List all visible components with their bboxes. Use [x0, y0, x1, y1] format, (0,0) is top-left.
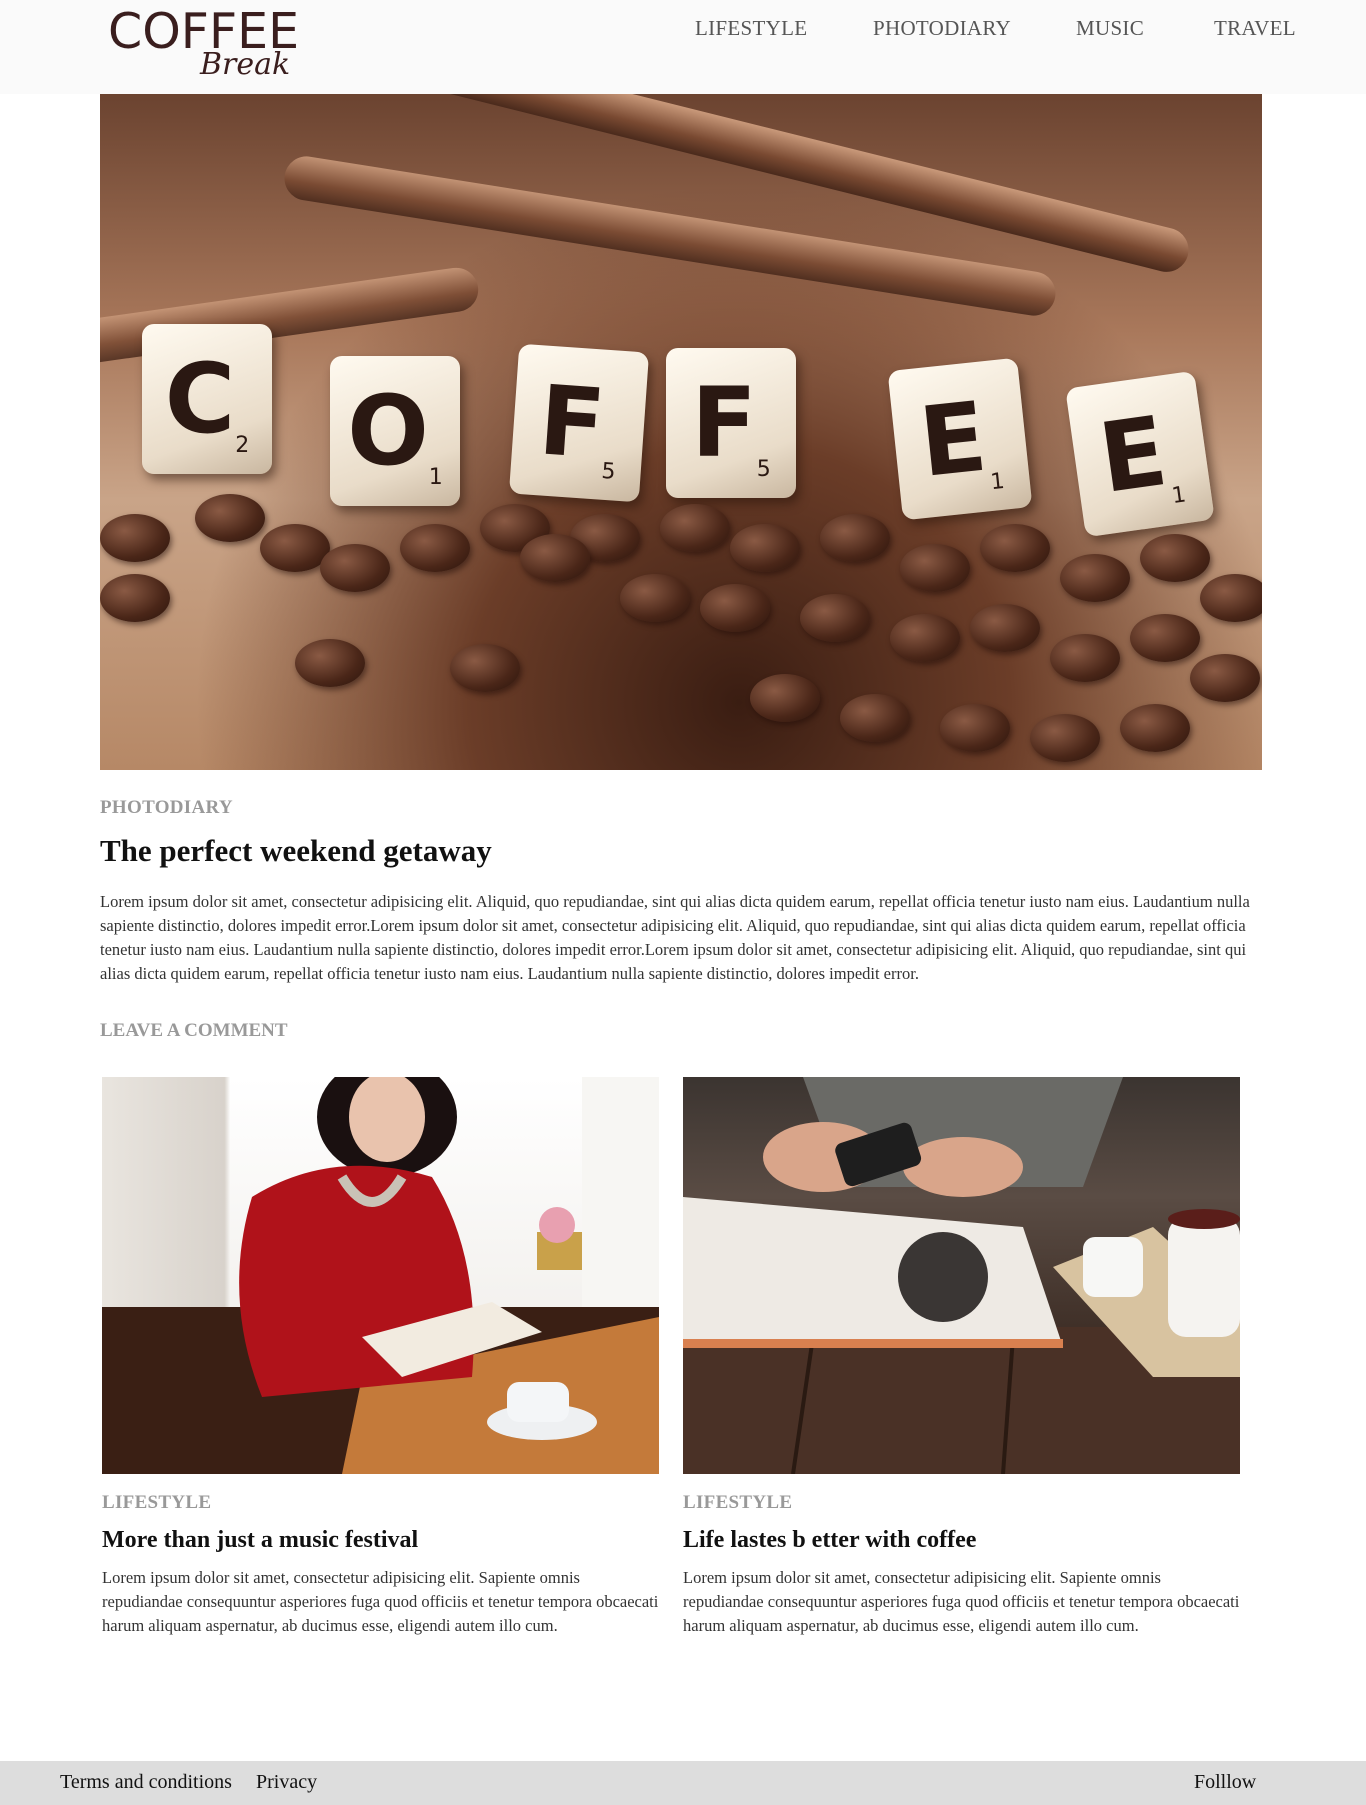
coffee-bean [900, 544, 970, 592]
follow-link[interactable]: Folllow [1194, 1771, 1256, 1794]
coffee-bean [1140, 534, 1210, 582]
article-body: Lorem ipsum dolor sit amet, consectetur … [100, 892, 1250, 983]
coffee-bean [520, 534, 590, 582]
letter-tile: E1 [1065, 370, 1215, 538]
woman-reading-illustration [102, 1077, 659, 1474]
coffee-bean [1120, 704, 1190, 752]
coffee-bean [750, 674, 820, 722]
coffee-bean [840, 694, 910, 742]
article-category[interactable]: PHOTODIARY [100, 797, 233, 819]
phone-coffee-illustration [683, 1077, 1240, 1474]
card-2-category[interactable]: LIFESTYLE [683, 1492, 792, 1514]
card-1-category[interactable]: LIFESTYLE [102, 1492, 211, 1514]
logo-tagline: Break [200, 47, 291, 82]
coffee-bean [1200, 574, 1262, 622]
card-2-title[interactable]: Life lastes b etter with coffee [683, 1527, 976, 1554]
letter-tile: F5 [666, 348, 796, 498]
leave-comment-link[interactable]: LEAVE A COMMENT [100, 1020, 288, 1042]
coffee-bean [100, 514, 170, 562]
coffee-bean [195, 494, 265, 542]
site-header: COFFEE Break LIFESTYLE PHOTODIARY MUSIC … [0, 0, 1366, 94]
coffee-bean [295, 639, 365, 687]
coffee-bean [730, 524, 800, 572]
coffee-bean [1030, 714, 1100, 762]
privacy-link[interactable]: Privacy [256, 1771, 317, 1794]
nav-photodiary[interactable]: PHOTODIARY [873, 16, 1011, 41]
coffee-bean [700, 584, 770, 632]
coffee-bean [800, 594, 870, 642]
coffee-bean [660, 504, 730, 552]
card-2-body: Lorem ipsum dolor sit amet, consectetur … [683, 1568, 1240, 1635]
coffee-bean [620, 574, 690, 622]
nav-travel[interactable]: TRAVEL [1214, 16, 1296, 41]
coffee-bean [1190, 654, 1260, 702]
terms-link[interactable]: Terms and conditions [60, 1771, 232, 1794]
coffee-bean [320, 544, 390, 592]
letter-tile: C2 [142, 324, 272, 474]
letter-tile: E1 [887, 357, 1033, 521]
coffee-bean [940, 704, 1010, 752]
coffee-bean [970, 604, 1040, 652]
coffee-bean [820, 514, 890, 562]
card-1-title[interactable]: More than just a music festival [102, 1527, 418, 1554]
coffee-bean [1050, 634, 1120, 682]
card-1-body: Lorem ipsum dolor sit amet, consectetur … [102, 1568, 659, 1635]
site-logo[interactable]: COFFEE Break [108, 4, 299, 84]
hero-image: C2 O1 F5 F5 E1 E1 [100, 94, 1262, 770]
coffee-bean [980, 524, 1050, 572]
coffee-bean [1130, 614, 1200, 662]
letter-tile: F5 [508, 343, 650, 503]
coffee-bean [890, 614, 960, 662]
coffee-bean [100, 574, 170, 622]
site-footer: Terms and conditions Privacy Folllow [0, 1761, 1366, 1805]
card-image-woman-reading[interactable] [102, 1077, 659, 1474]
article-title[interactable]: The perfect weekend getaway [100, 833, 492, 869]
card-image-phone-coffee[interactable] [683, 1077, 1240, 1474]
coffee-bean [450, 644, 520, 692]
letter-tile: O1 [330, 356, 460, 506]
coffee-bean [400, 524, 470, 572]
coffee-bean [1060, 554, 1130, 602]
nav-music[interactable]: MUSIC [1076, 16, 1144, 41]
nav-lifestyle[interactable]: LIFESTYLE [695, 16, 807, 41]
